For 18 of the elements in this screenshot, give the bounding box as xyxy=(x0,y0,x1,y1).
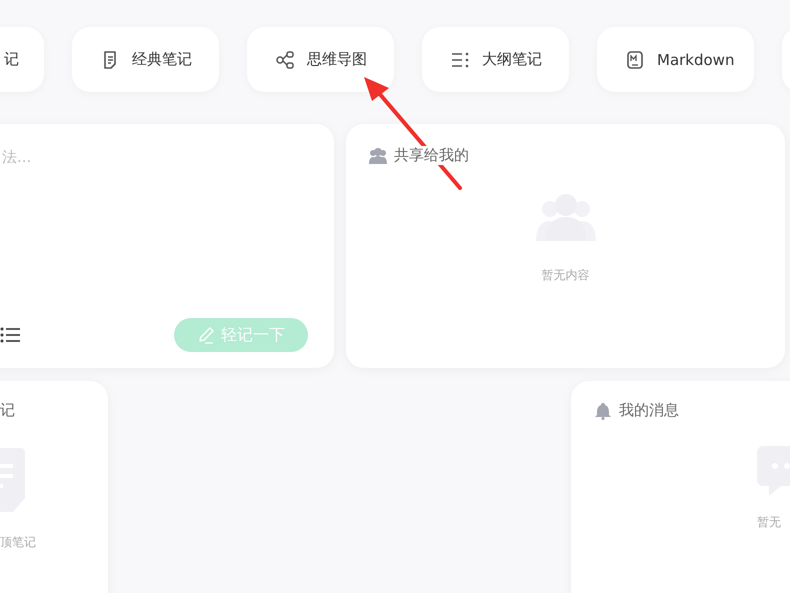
outline-icon xyxy=(450,50,470,70)
card-title: 记 xyxy=(0,401,15,420)
note-type-button[interactable]: 经典笔记 xyxy=(72,27,219,92)
note-type-button[interactable]: Markdown xyxy=(597,27,754,92)
pencil-icon xyxy=(197,326,215,344)
list-icon[interactable] xyxy=(0,326,20,344)
users-icon xyxy=(368,146,388,164)
card-title: 我的消息 xyxy=(619,401,679,420)
card-title: 共享给我的 xyxy=(394,146,469,165)
bell-icon xyxy=(593,402,613,420)
empty-message: 暂无 xyxy=(757,514,781,531)
empty-message: 顶笔记 xyxy=(0,534,37,551)
note-type-button[interactable]: 记 xyxy=(0,27,44,92)
note-type-button[interactable]: 思维导图 xyxy=(247,27,394,92)
empty-message: 暂无内容 xyxy=(542,267,590,284)
note-type-button[interactable]: 大纲笔记 xyxy=(422,27,569,92)
mind-map-icon xyxy=(275,50,295,70)
markdown-icon xyxy=(625,50,645,70)
